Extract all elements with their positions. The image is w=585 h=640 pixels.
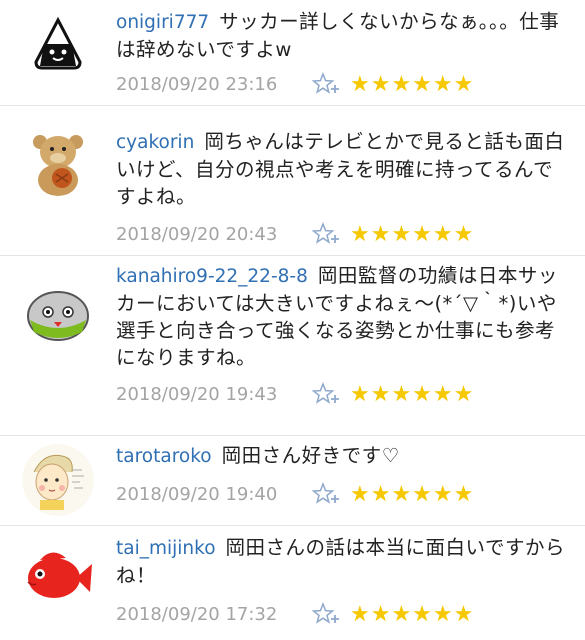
comment-text: cyakorin 岡ちゃんはテレビとかで見ると話も面白いけど、自分の視点や考えを明…	[116, 128, 571, 210]
comment-meta: 2018/09/20 20:43 ★★★★★★	[116, 220, 571, 248]
add-rating-icon[interactable]	[311, 601, 342, 626]
add-rating-icon[interactable]	[311, 71, 342, 96]
comment-item: kanahiro9-22_22-8-8 岡田監督の功績は日本サッカーにおいては大き…	[0, 256, 585, 436]
comment-text: kanahiro9-22_22-8-8 岡田監督の功績は日本サッカーにおいては大き…	[116, 262, 571, 371]
comment-item: tarotaroko 岡田さん好きです♡ 2018/09/20 19:40 ★★★…	[0, 436, 585, 526]
comment-date: 2018/09/20 20:43	[116, 223, 278, 245]
comment-date: 2018/09/20 19:40	[116, 483, 278, 505]
add-rating-icon[interactable]	[311, 381, 342, 406]
comment-item: onigiri777 サッカー詳しくないからなぁ。。。仕事は辞めないですよw 20…	[0, 0, 585, 106]
comment-meta: 2018/09/20 19:40 ★★★★★★	[116, 480, 571, 508]
rating-stars: ★★★★★★	[350, 221, 475, 247]
teddy-bear-avatar[interactable]	[22, 124, 94, 196]
add-rating-icon[interactable]	[311, 481, 342, 506]
add-rating-icon[interactable]	[311, 221, 342, 246]
sketch-avatar[interactable]	[22, 444, 94, 516]
comment-item: cyakorin 岡ちゃんはテレビとかで見ると話も面白いけど、自分の視点や考えを明…	[0, 106, 585, 256]
comment-username[interactable]: tarotaroko	[116, 446, 212, 467]
comment-meta: 2018/09/20 17:32 ★★★★★★	[116, 600, 571, 628]
comment-meta: 2018/09/20 19:43 ★★★★★★	[116, 380, 571, 408]
comment-item: tai_mijinko 岡田さんの話は本当に面白いですからね！ 2018/09/2…	[0, 526, 585, 640]
robot-avatar[interactable]	[22, 278, 94, 350]
rating-stars: ★★★★★★	[350, 71, 475, 97]
comment-date: 2018/09/20 19:43	[116, 383, 278, 405]
comment-text: onigiri777 サッカー詳しくないからなぁ。。。仕事は辞めないですよw	[116, 8, 571, 63]
comment-date: 2018/09/20 23:16	[116, 73, 278, 95]
comment-date: 2018/09/20 17:32	[116, 603, 278, 625]
comment-text: tai_mijinko 岡田さんの話は本当に面白いですからね！	[116, 534, 571, 589]
comment-body: 岡田さん好きです♡	[221, 444, 400, 467]
rating-stars: ★★★★★★	[350, 381, 475, 407]
comment-username[interactable]: kanahiro9-22_22-8-8	[116, 266, 308, 287]
onigiri-avatar[interactable]	[22, 8, 94, 80]
comment-username[interactable]: tai_mijinko	[116, 538, 216, 559]
comment-username[interactable]: cyakorin	[116, 132, 194, 153]
comment-username[interactable]: onigiri777	[116, 12, 209, 33]
comment-text: tarotaroko 岡田さん好きです♡	[116, 442, 571, 470]
comment-meta: 2018/09/20 23:16 ★★★★★★	[116, 70, 571, 98]
red-fish-avatar[interactable]	[22, 540, 94, 612]
rating-stars: ★★★★★★	[350, 481, 475, 507]
comment-list: onigiri777 サッカー詳しくないからなぁ。。。仕事は辞めないですよw 20…	[0, 0, 585, 640]
rating-stars: ★★★★★★	[350, 601, 475, 627]
